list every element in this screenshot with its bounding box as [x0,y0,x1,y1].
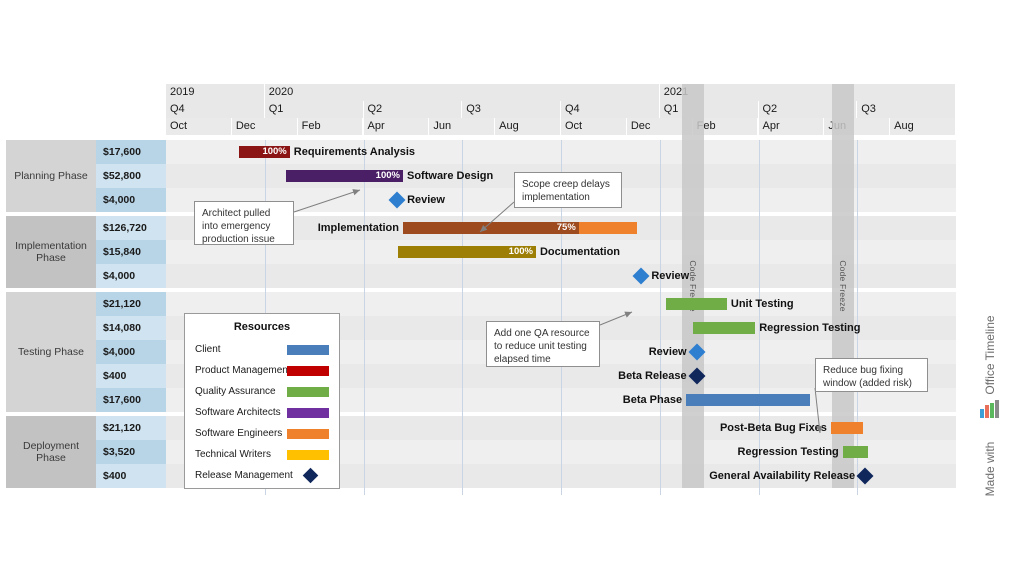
annotation-callout[interactable]: Add one QA resource to reduce unit testi… [486,321,600,367]
legend-item: Software Engineers [195,423,329,444]
legend-color-swatch [287,450,329,460]
legend-item-label: Client [195,344,221,355]
resources-legend: Resources Client Product Management Qualit… [184,313,340,489]
legend-item-label: Software Engineers [195,428,283,439]
gantt-chart-canvas: 2019 2020 2021 Q4 Q1 Q2 Q3 Q4 Q1 Q2 Q3 Oct Dec Feb A… [0,0,1024,576]
legend-item-label: Software Architects [195,407,281,418]
legend-color-swatch [287,387,329,397]
legend-item: Software Architects [195,402,329,423]
legend-item-label: Technical Writers [195,449,271,460]
annotation-callout[interactable]: Architect pulled into emergency producti… [194,201,294,245]
legend-color-swatch [287,408,329,418]
legend-color-swatch [287,366,329,376]
legend-item: Release Management [195,465,329,486]
legend-item: Client [195,339,329,360]
legend-item-label: Product Management [195,365,291,376]
legend-item-label: Quality Assurance [195,386,276,397]
legend-diamond-icon [302,467,319,484]
legend-item: Technical Writers [195,444,329,465]
legend-title: Resources [233,321,291,333]
annotation-callout[interactable]: Reduce bug fixing window (added risk) [815,358,928,392]
callout-leader-line [814,387,823,434]
legend-color-swatch [287,429,329,439]
legend-item: Product Management [195,360,329,381]
legend-item: Quality Assurance [195,381,329,402]
annotation-callout[interactable]: Scope creep delays implementation [514,172,622,208]
legend-color-swatch [287,345,329,355]
legend-item-label: Release Management [195,470,293,481]
